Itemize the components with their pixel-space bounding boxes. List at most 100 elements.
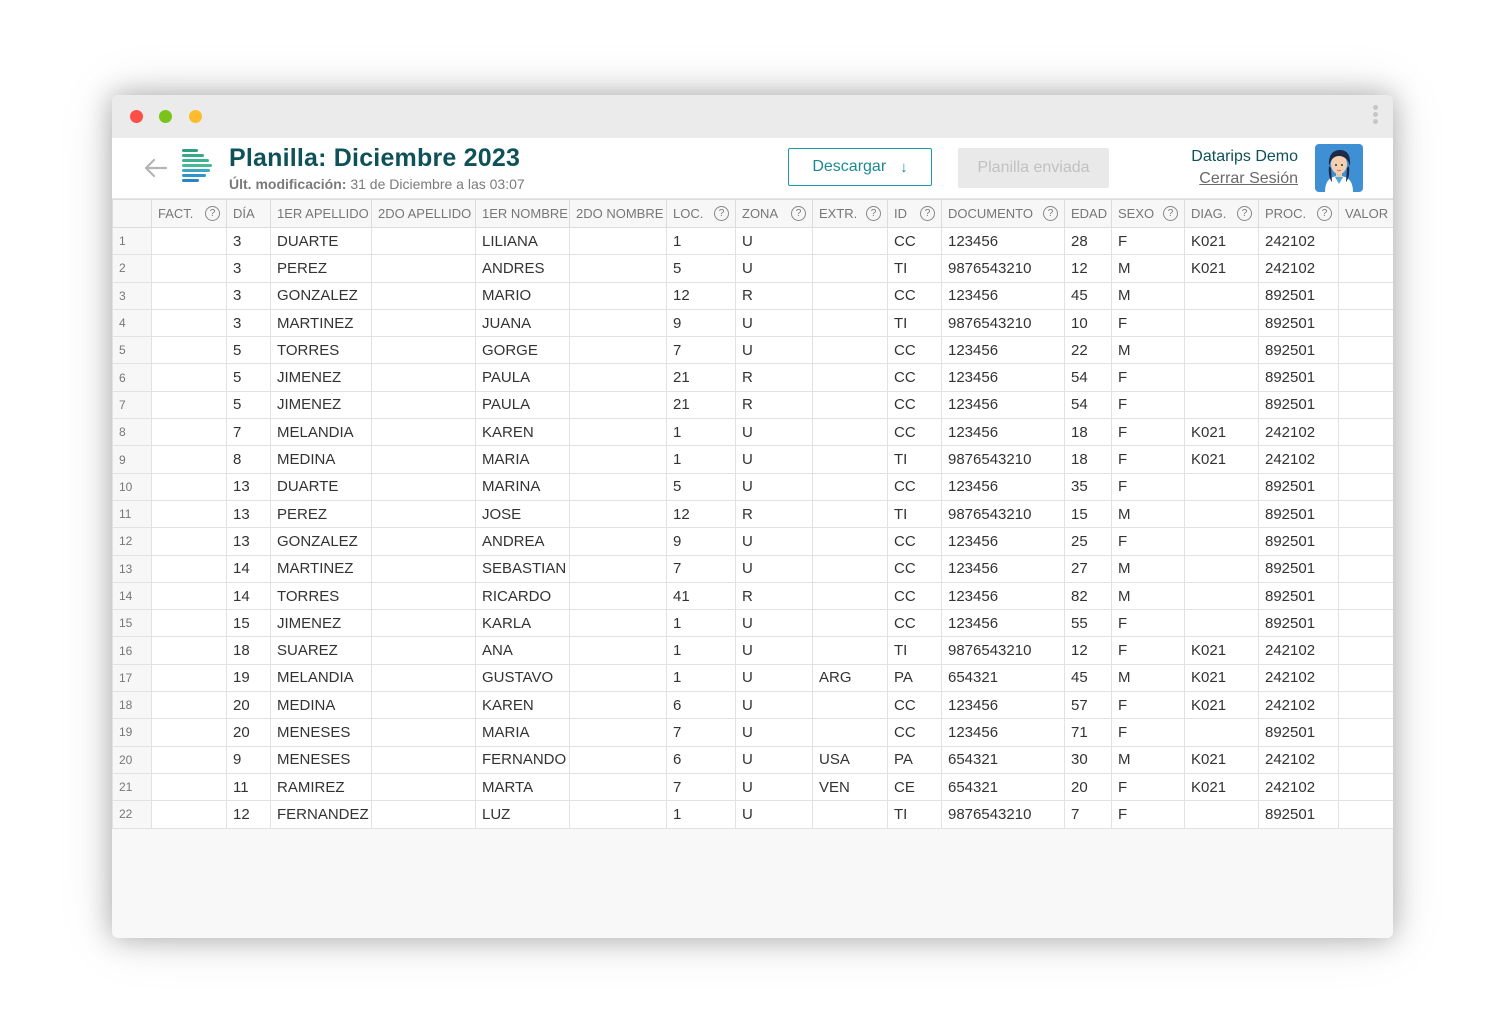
table-cell[interactable]: F — [1111, 691, 1185, 720]
table-cell[interactable] — [1184, 281, 1259, 310]
close-window-button[interactable] — [130, 110, 143, 123]
table-cell[interactable]: MARTINEZ — [270, 554, 372, 583]
table-cell[interactable] — [1338, 745, 1393, 774]
table-cell[interactable] — [371, 527, 476, 556]
table-cell[interactable]: RAMIREZ — [270, 772, 372, 802]
table-cell[interactable] — [569, 772, 667, 802]
table-cell[interactable]: 892501 — [1258, 472, 1339, 501]
table-cell[interactable]: ARG — [812, 663, 888, 693]
table-cell[interactable]: 13 — [226, 527, 271, 556]
table-cell[interactable]: 123456 — [941, 418, 1065, 447]
table-cell[interactable]: GONZALEZ — [270, 281, 372, 310]
table-cell[interactable]: CC — [887, 336, 942, 365]
table-cell[interactable]: LILIANA — [475, 226, 570, 256]
column-header[interactable]: LOC.? — [666, 199, 736, 228]
table-cell[interactable]: R — [735, 363, 813, 392]
table-cell[interactable] — [371, 581, 476, 611]
table-cell[interactable]: 7 — [666, 718, 736, 747]
table-cell[interactable] — [371, 308, 476, 338]
table-cell[interactable]: PA — [887, 745, 942, 774]
column-header[interactable]: 1ER APELLIDO — [270, 199, 372, 228]
table-cell[interactable]: 7 — [1064, 800, 1112, 829]
table-cell[interactable]: 55 — [1064, 609, 1112, 638]
table-cell[interactable] — [371, 636, 476, 665]
table-cell[interactable]: 123456 — [941, 691, 1065, 720]
column-header[interactable]: DOCUMENTO? — [941, 199, 1065, 228]
table-cell[interactable]: U — [735, 226, 813, 256]
table-cell[interactable]: 242102 — [1258, 745, 1339, 774]
table-cell[interactable]: F — [1111, 472, 1185, 501]
table-cell[interactable]: F — [1111, 527, 1185, 556]
table-cell[interactable] — [812, 636, 888, 665]
table-cell[interactable]: CC — [887, 609, 942, 638]
column-header[interactable]: ID? — [887, 199, 942, 228]
table-cell[interactable] — [151, 499, 227, 529]
column-header[interactable]: 1ER NOMBRE — [475, 199, 570, 228]
table-cell[interactable] — [1184, 527, 1259, 556]
table-cell[interactable] — [371, 554, 476, 583]
table-cell[interactable] — [812, 336, 888, 365]
table-cell[interactable] — [812, 554, 888, 583]
table-cell[interactable] — [151, 527, 227, 556]
table-cell[interactable]: 892501 — [1258, 800, 1339, 829]
table-cell[interactable] — [151, 772, 227, 802]
table-cell[interactable] — [151, 472, 227, 501]
table-cell[interactable]: CE — [887, 772, 942, 802]
table-cell[interactable] — [1338, 718, 1393, 747]
table-cell[interactable] — [812, 226, 888, 256]
table-cell[interactable]: R — [735, 281, 813, 310]
table-cell[interactable]: 892501 — [1258, 609, 1339, 638]
table-cell[interactable] — [1338, 336, 1393, 365]
table-cell[interactable]: CC — [887, 390, 942, 420]
table-cell[interactable]: CC — [887, 226, 942, 256]
table-cell[interactable] — [812, 390, 888, 420]
table-cell[interactable] — [569, 363, 667, 392]
table-cell[interactable] — [812, 281, 888, 310]
table-cell[interactable]: F — [1111, 308, 1185, 338]
table-cell[interactable]: U — [735, 308, 813, 338]
logout-link[interactable]: Cerrar Sesión — [1199, 170, 1298, 188]
table-cell[interactable] — [151, 418, 227, 447]
table-cell[interactable]: M — [1111, 254, 1185, 283]
table-cell[interactable] — [569, 718, 667, 747]
table-cell[interactable]: K021 — [1184, 663, 1259, 693]
table-cell[interactable]: 654321 — [941, 663, 1065, 693]
table-cell[interactable]: 30 — [1064, 745, 1112, 774]
table-cell[interactable]: 6 — [666, 691, 736, 720]
table-cell[interactable]: U — [735, 745, 813, 774]
table-cell[interactable]: M — [1111, 336, 1185, 365]
table-cell[interactable]: CC — [887, 281, 942, 310]
table-cell[interactable]: 9876543210 — [941, 254, 1065, 283]
table-cell[interactable] — [569, 390, 667, 420]
table-cell[interactable]: KAREN — [475, 691, 570, 720]
table-cell[interactable]: 7 — [666, 772, 736, 802]
table-cell[interactable]: F — [1111, 772, 1185, 802]
table-cell[interactable] — [151, 609, 227, 638]
table-cell[interactable]: 9876543210 — [941, 308, 1065, 338]
table-cell[interactable]: U — [735, 800, 813, 829]
table-cell[interactable]: 3 — [226, 281, 271, 310]
table-cell[interactable]: ANDRES — [475, 254, 570, 283]
table-cell[interactable]: M — [1111, 499, 1185, 529]
table-cell[interactable] — [1184, 390, 1259, 420]
table-cell[interactable]: PEREZ — [270, 499, 372, 529]
table-cell[interactable] — [151, 363, 227, 392]
table-cell[interactable] — [371, 336, 476, 365]
table-cell[interactable]: 892501 — [1258, 499, 1339, 529]
table-cell[interactable]: 892501 — [1258, 281, 1339, 310]
table-cell[interactable]: 9 — [226, 745, 271, 774]
table-cell[interactable] — [371, 718, 476, 747]
table-cell[interactable] — [569, 663, 667, 693]
table-cell[interactable] — [1338, 581, 1393, 611]
table-cell[interactable] — [1184, 554, 1259, 583]
table-cell[interactable]: 123456 — [941, 554, 1065, 583]
table-cell[interactable]: M — [1111, 581, 1185, 611]
back-arrow-icon[interactable] — [142, 157, 168, 179]
table-cell[interactable] — [151, 445, 227, 474]
table-cell[interactable] — [371, 226, 476, 256]
table-cell[interactable]: 123456 — [941, 472, 1065, 501]
table-cell[interactable]: 71 — [1064, 718, 1112, 747]
table-cell[interactable]: 20 — [226, 718, 271, 747]
table-cell[interactable] — [569, 418, 667, 447]
table-cell[interactable]: 892501 — [1258, 718, 1339, 747]
